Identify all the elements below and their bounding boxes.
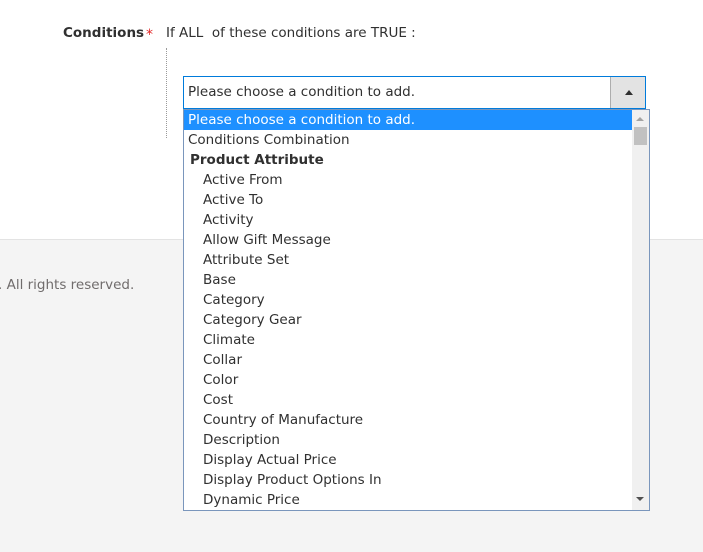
dropdown-option[interactable]: Category xyxy=(184,290,633,310)
option-list: Please choose a condition to add. Conditi… xyxy=(184,110,633,510)
condition-select-value: Please choose a condition to add. xyxy=(188,84,416,100)
dropdown-option[interactable]: Climate xyxy=(184,330,633,350)
footer-copyright: . All rights reserved. xyxy=(0,277,135,293)
dropdown-option[interactable]: Active From xyxy=(184,170,633,190)
dropdown-option[interactable]: Display Actual Price xyxy=(184,450,633,470)
dropdown-option[interactable]: Dynamic Price xyxy=(184,490,633,510)
conditions-label: Conditions xyxy=(63,25,145,41)
dropdown-option[interactable]: Base xyxy=(184,270,633,290)
dropdown-option[interactable]: Collar xyxy=(184,350,633,370)
dropdown-option[interactable]: Country of Manufacture xyxy=(184,410,633,430)
required-marker: * xyxy=(146,27,153,43)
condition-dropdown-list[interactable]: Please choose a condition to add. Conditi… xyxy=(183,109,650,511)
dropdown-option[interactable]: Color xyxy=(184,370,633,390)
dropdown-option[interactable]: Conditions Combination xyxy=(184,130,633,150)
select-toggle-button[interactable] xyxy=(610,77,645,108)
condition-select[interactable]: Please choose a condition to add. xyxy=(183,76,646,109)
dropdown-option[interactable]: Cost xyxy=(184,390,633,410)
triangle-up-icon xyxy=(625,90,633,95)
scrollbar-thumb[interactable] xyxy=(634,127,647,145)
dropdown-option[interactable]: Description xyxy=(184,430,633,450)
dropdown-option[interactable]: Please choose a condition to add. xyxy=(184,110,633,130)
dropdown-scrollbar[interactable] xyxy=(632,110,649,510)
option-group-label: Product Attribute xyxy=(190,152,324,168)
scroll-up-arrow-icon[interactable] xyxy=(636,117,644,121)
dropdown-option[interactable]: Allow Gift Message xyxy=(184,230,633,250)
rule-tree-line xyxy=(166,48,167,138)
dropdown-option[interactable]: Display Product Options In xyxy=(184,470,633,490)
scroll-down-arrow-icon[interactable] xyxy=(636,497,644,501)
dropdown-option[interactable]: Category Gear xyxy=(184,310,633,330)
dropdown-option[interactable]: Attribute Set xyxy=(184,250,633,270)
conditions-rule-sentence[interactable]: If ALL of these conditions are TRUE : xyxy=(166,25,416,41)
dropdown-option[interactable]: Active To xyxy=(184,190,633,210)
dropdown-option[interactable]: Activity xyxy=(184,210,633,230)
